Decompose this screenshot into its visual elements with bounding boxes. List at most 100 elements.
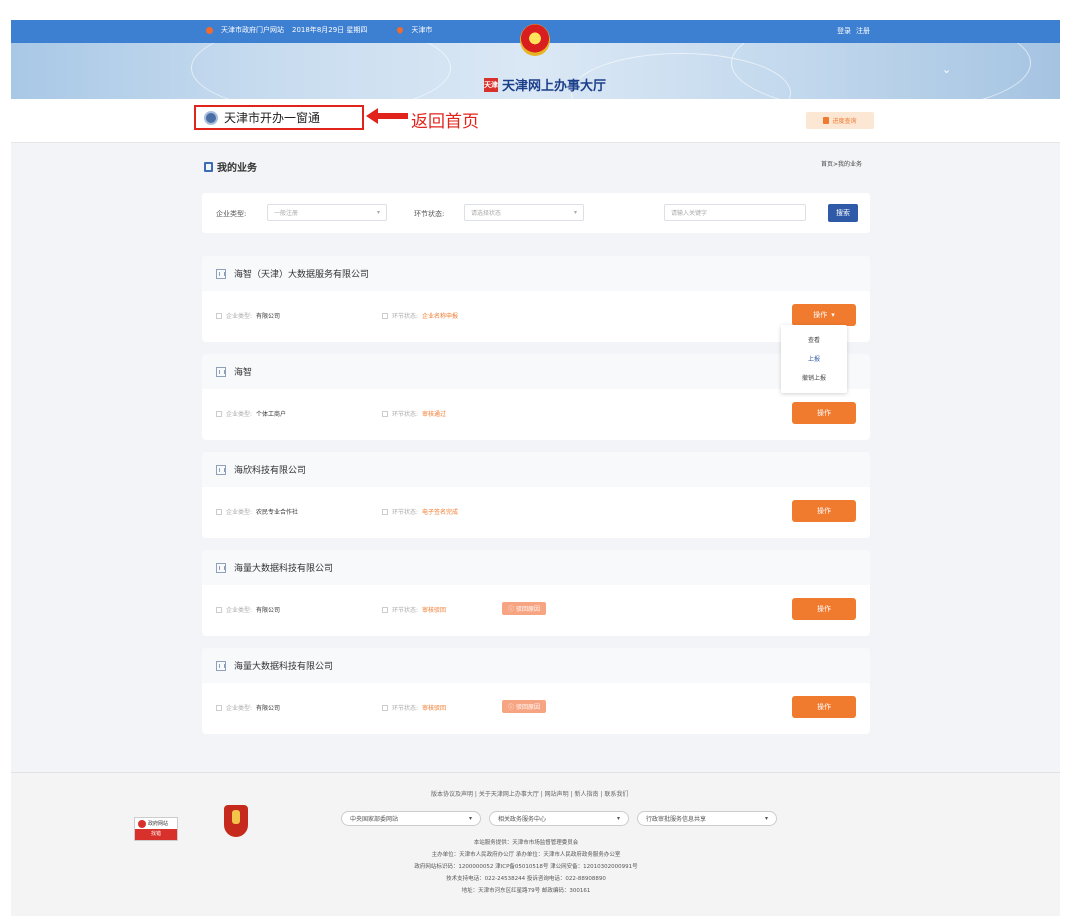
business-card: 海量大数据科技有限公司 企业类型: 有限公司 环节状态: 审核驳回 ⓘ 驳回原因… — [202, 550, 870, 636]
process-status-label: 环节状态: — [392, 509, 419, 516]
card-body: 企业类型: 有限公司 环节状态: 企业名称申报 操作 ▾ — [202, 291, 870, 342]
type-icon — [216, 704, 222, 711]
footer-line: 本站服务提供：天津市市场监督管理委员会 — [473, 840, 579, 846]
company-name[interactable]: 海量大数据科技有限公司 — [234, 659, 333, 672]
company-name[interactable]: 海欣科技有限公司 — [234, 463, 306, 476]
footer-line: 政府网站标识码：1200000052 津ICP备05010518号 津公网安备：… — [414, 864, 638, 870]
card-header: 海智 — [202, 354, 870, 389]
process-status-value: 审核通过 — [422, 411, 447, 418]
company-type: 企业类型: 有限公司 — [216, 311, 280, 320]
company-name[interactable]: 海智（天津）大数据服务有限公司 — [234, 267, 369, 280]
company-name[interactable]: 海智 — [234, 365, 252, 378]
sub-header: 天津市开办一窗通 返回首页 进度查询 — [11, 99, 1060, 143]
business-card: 海智 企业类型: 个体工商户 环节状态: 审核通过 操作 — [202, 354, 870, 440]
status-icon — [382, 312, 388, 319]
operation-button[interactable]: 操作 — [792, 500, 856, 522]
process-status-value: 电子签名完成 — [422, 509, 459, 516]
building-icon — [216, 268, 226, 279]
process-status-label: 环节状态: — [392, 411, 419, 418]
company-type-label: 企业类型: — [226, 313, 253, 320]
info-icon: ⓘ — [508, 606, 515, 613]
footer-select-service-centers[interactable]: 相关政务服务中心 ▾ — [489, 811, 629, 826]
back-to-home-annotation: 返回首页 — [411, 112, 479, 132]
business-icon — [204, 161, 213, 172]
type-icon — [216, 508, 222, 515]
status-icon — [382, 704, 388, 711]
company-type-value: 农民专业合作社 — [256, 509, 299, 516]
banner-decoration — [191, 43, 451, 99]
company-type-value: 个体工商户 — [256, 411, 287, 418]
company-type: 企业类型: 个体工商户 — [216, 409, 286, 418]
process-status-label: 环节状态: — [392, 607, 419, 614]
operation-label: 操作 — [817, 507, 831, 515]
business-card: 海欣科技有限公司 企业类型: 农民专业合作社 环节状态: 电子签名完成 操作 — [202, 452, 870, 538]
type-icon — [216, 312, 222, 319]
process-status: 环节状态: 企业名称申报 — [382, 311, 458, 320]
status-filter-select[interactable]: 请选择状态 ▾ — [464, 204, 584, 221]
operation-button[interactable]: 操作 — [792, 696, 856, 718]
footer-select-ministries[interactable]: 中央国家部委网站 ▾ — [341, 811, 481, 826]
keyword-search-input[interactable]: 请输入关键字 — [664, 204, 806, 221]
card-body: 企业类型: 有限公司 环节状态: 审核驳回 ⓘ 驳回原因 操作 — [202, 683, 870, 734]
process-status-value: 审核驳回 — [422, 607, 447, 614]
top-bar-info: 天津市政府门户网站 2018年8月29日 星期四 天津市 — [206, 25, 432, 35]
type-filter-select[interactable]: 一般注册 ▾ — [267, 204, 387, 221]
progress-query-button[interactable]: 进度查询 — [806, 112, 874, 129]
reject-reason-label: 驳回原因 — [516, 704, 541, 711]
operation-label: 操作 — [817, 409, 831, 417]
operation-button[interactable]: 操作 — [792, 598, 856, 620]
login-link[interactable]: 登录 — [837, 26, 851, 36]
police-shield-icon[interactable] — [224, 805, 248, 837]
reject-reason-button[interactable]: ⓘ 驳回原因 — [502, 602, 547, 615]
operation-label: 操作 — [813, 311, 828, 319]
process-status-label: 环节状态: — [392, 313, 419, 320]
footer-select-approval-sharing[interactable]: 行政审批服务信息共享 ▾ — [637, 811, 777, 826]
footer-links[interactable]: 版本协议及声明 | 关于天津网上办事大厅 | 网站声明 | 新人指南 | 联系我… — [431, 789, 628, 798]
company-name[interactable]: 海量大数据科技有限公司 — [234, 561, 333, 574]
footer-info: 本站服务提供：天津市市场监督管理委员会 主办单位：天津市人民政府办公厅 承办单位… — [311, 837, 741, 897]
menu-item-view[interactable]: 查看 — [781, 331, 847, 350]
status-filter-label: 环节状态: — [414, 210, 445, 218]
card-body: 企业类型: 有限公司 环节状态: 审核驳回 ⓘ 驳回原因 操作 — [202, 585, 870, 636]
banner-decoration — [731, 43, 1031, 99]
page-title-text: 我的业务 — [217, 163, 257, 174]
breadcrumb[interactable]: 首页>我的业务 — [821, 159, 862, 168]
type-icon — [216, 410, 222, 417]
footer: 版本协议及声明 | 关于天津网上办事大厅 | 网站声明 | 新人指南 | 联系我… — [11, 772, 1060, 916]
national-emblem-icon — [520, 24, 550, 56]
search-button[interactable]: 搜索 — [828, 204, 858, 222]
building-icon — [216, 562, 226, 573]
company-type: 企业类型: 农民专业合作社 — [216, 507, 298, 516]
process-status: 环节状态: 审核通过 — [382, 409, 446, 418]
process-status: 环节状态: 电子签名完成 — [382, 507, 458, 516]
portal-link[interactable]: 天津市政府门户网站 — [221, 25, 284, 35]
date-text: 2018年8月29日 星期四 — [292, 26, 368, 34]
register-link[interactable]: 注册 — [856, 26, 870, 36]
home-link[interactable]: 天津市开办一窗通 — [194, 105, 364, 130]
menu-item-revoke[interactable]: 撤销上报 — [781, 369, 847, 388]
progress-query-label: 进度查询 — [832, 118, 857, 125]
operation-label: 操作 — [817, 605, 831, 613]
operation-button[interactable]: 操作 — [792, 402, 856, 424]
hall-title-text: 天津网上办事大厅 — [502, 79, 607, 94]
business-card: 海量大数据科技有限公司 企业类型: 有限公司 环节状态: 审核驳回 ⓘ 驳回原因… — [202, 648, 870, 734]
gov-site-badge[interactable]: 政府网站 找错 — [134, 817, 178, 841]
card-body: 企业类型: 农民专业合作社 环节状态: 电子签名完成 操作 — [202, 487, 870, 538]
filter-bar: 企业类型: 一般注册 ▾ 环节状态: 请选择状态 ▾ 请输入关键字 搜索 — [202, 193, 870, 233]
process-status-value: 审核驳回 — [422, 705, 447, 712]
city-text[interactable]: 天津市 — [411, 25, 432, 35]
operation-dropdown-button[interactable]: 操作 ▾ — [792, 304, 856, 326]
chevron-down-icon: ▾ — [376, 209, 380, 216]
company-type: 企业类型: 有限公司 — [216, 605, 280, 614]
page-title: 我的业务 — [204, 159, 257, 174]
hall-title[interactable]: 天津 天津网上办事大厅 — [484, 75, 606, 94]
chevron-down-icon[interactable]: ⌄ — [942, 63, 951, 76]
home-link-text: 天津市开办一窗通 — [224, 111, 321, 125]
menu-item-submit[interactable]: 上报 — [781, 350, 847, 369]
operation-menu: 查看 上报 撤销上报 — [781, 325, 847, 393]
card-header: 海量大数据科技有限公司 — [202, 550, 870, 585]
footer-select-label: 中央国家部委网站 — [350, 816, 399, 823]
badge-top-text: 政府网站 — [148, 821, 169, 827]
reject-reason-button[interactable]: ⓘ 驳回原因 — [502, 700, 547, 713]
footer-line: 主办单位：天津市人民政府办公厅 承办单位：天津市人民政府政务服务办公室 — [431, 852, 621, 858]
